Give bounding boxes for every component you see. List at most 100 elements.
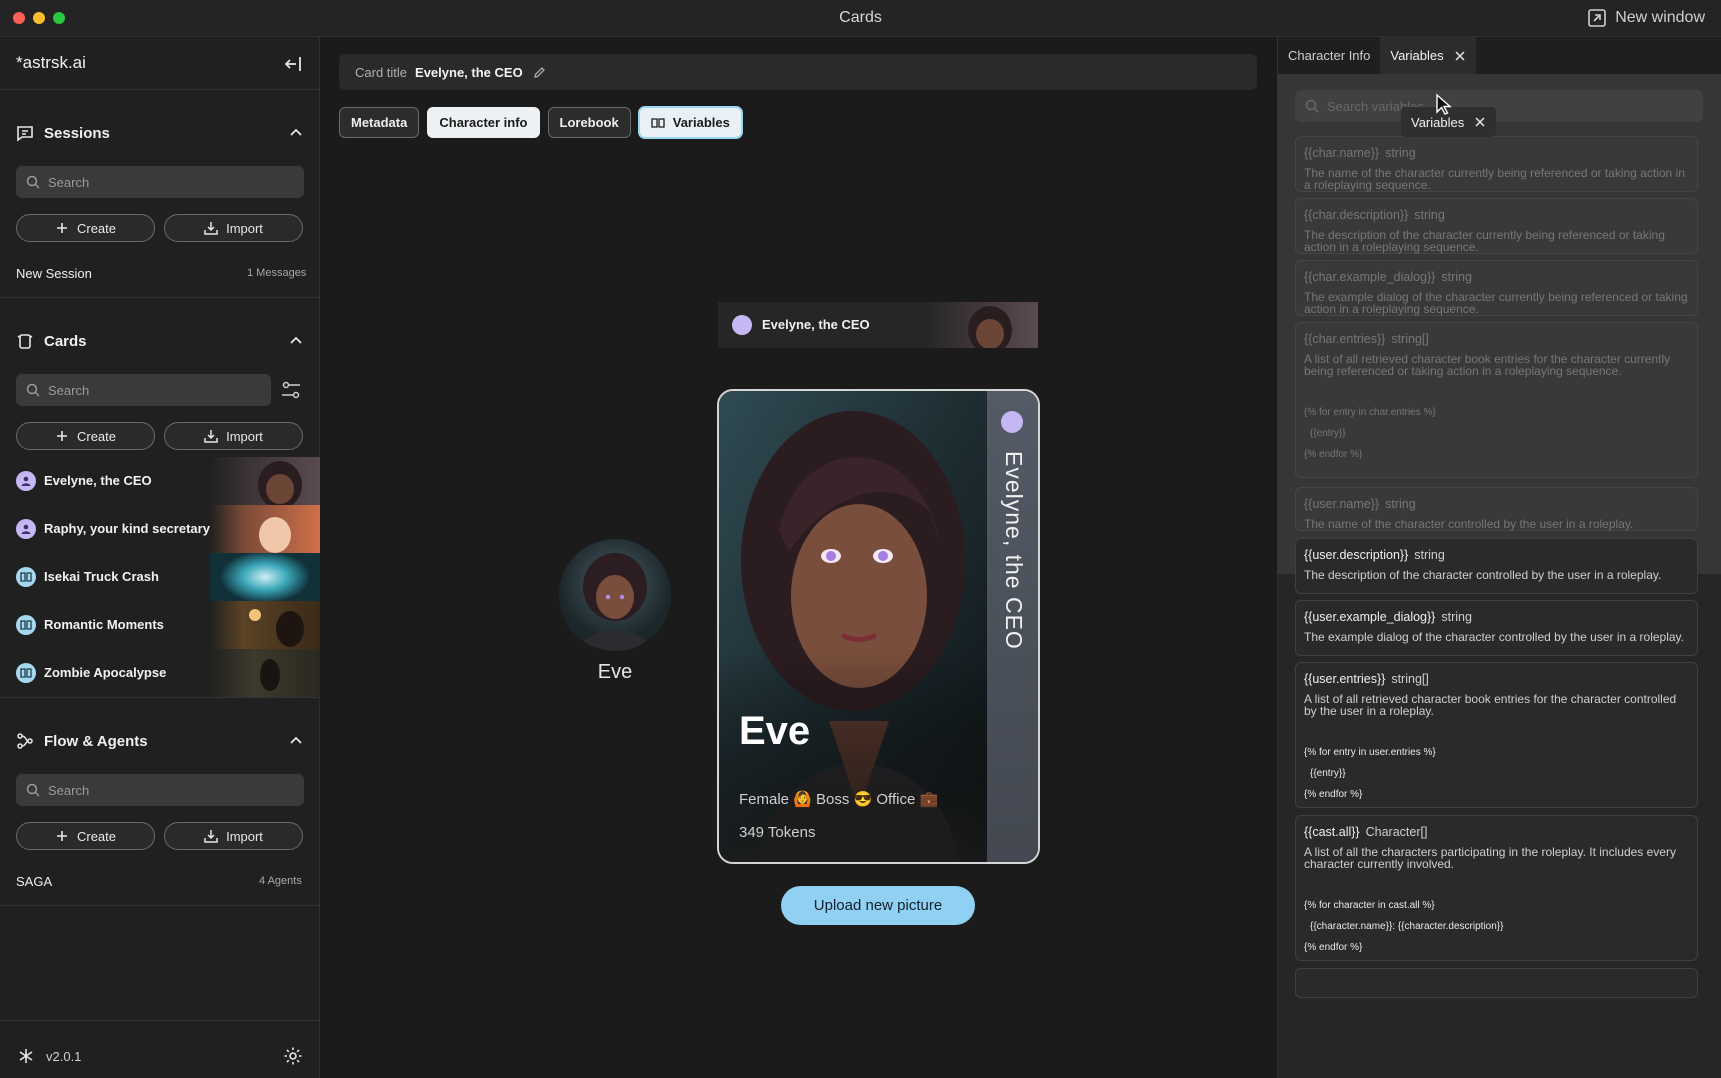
collapse-sidebar-icon[interactable] (282, 53, 304, 75)
pencil-icon[interactable] (533, 66, 546, 79)
divider (0, 89, 320, 90)
session-preview-name: Evelyne, the CEO (762, 317, 870, 332)
card-vertical-title: Evelyne, the CEO (1001, 451, 1027, 650)
sessions-search-input[interactable]: Search (16, 166, 304, 198)
new-window-label: New window (1615, 9, 1705, 26)
cards-search-input[interactable]: Search (16, 374, 271, 406)
flows-title: Flow & Agents (44, 732, 148, 750)
variable-name: {{user.description}} (1304, 548, 1409, 562)
cards-header[interactable]: Cards (16, 329, 304, 353)
card-list-item[interactable]: Romantic Moments (0, 601, 320, 649)
tab-character-info[interactable]: Character info (427, 107, 540, 138)
card-list-item[interactable]: Zombie Apocalypse (0, 649, 320, 697)
search-icon (26, 783, 40, 797)
flows-import-button[interactable]: Import (164, 822, 303, 850)
dimmed-overlay (1278, 74, 1721, 574)
card-list-item[interactable]: Evelyne, the CEO (0, 457, 320, 505)
flows-create-button[interactable]: Create (16, 822, 155, 850)
sessions-title: Sessions (44, 124, 110, 142)
card-name: Zombie Apocalypse (44, 665, 167, 680)
brand-logo: *astrsk.ai (16, 53, 86, 72)
card-thumbnail (210, 505, 320, 553)
asterisk-logo-icon (19, 1049, 33, 1063)
plus-icon (56, 431, 67, 441)
variable-name: {{cast.all}} (1304, 825, 1360, 839)
import-icon (204, 430, 218, 443)
cards-create-button[interactable]: Create (16, 422, 155, 450)
variable-card[interactable] (1295, 968, 1698, 998)
avatar-image (559, 539, 671, 651)
card-title-bar[interactable]: Card title Evelyne, the CEO (339, 54, 1257, 90)
sessions-search-placeholder: Search (48, 174, 90, 190)
mouse-cursor-icon (1436, 93, 1452, 115)
create-label: Create (76, 828, 117, 844)
variable-card[interactable]: {{cast.all}} Character[] A list of all th… (1295, 815, 1698, 961)
flow-item[interactable]: SAGA (16, 874, 52, 889)
flows-search-placeholder: Search (48, 782, 90, 798)
divider (0, 697, 320, 698)
close-icon[interactable] (1454, 50, 1466, 62)
card-name: Isekai Truck Crash (44, 569, 159, 584)
tab-label: Metadata (351, 115, 408, 130)
divider (0, 1020, 320, 1021)
app-window: Cards New window *astrsk.ai Sessions Sea… (0, 0, 1721, 1078)
close-icon[interactable] (1474, 116, 1486, 128)
new-window-button[interactable]: New window (1587, 8, 1705, 28)
chevron-up-icon[interactable] (288, 733, 304, 749)
character-icon (1001, 411, 1023, 433)
cards-import-button[interactable]: Import (164, 422, 303, 450)
sessions-header[interactable]: Sessions (16, 121, 304, 145)
card-thumbnail (210, 601, 320, 649)
variable-description: The description of the character control… (1304, 568, 1662, 582)
tab-metadata[interactable]: Metadata (339, 107, 420, 138)
character-card[interactable]: Evelyne, the CEO Eve Female 🙆 Boss 😎 Off… (717, 389, 1040, 864)
session-item-meta: 1 Messages (247, 267, 307, 279)
variable-description: The example dialog of the character cont… (1304, 630, 1684, 644)
tab-label: Lorebook (559, 115, 619, 130)
card-list-item[interactable]: Isekai Truck Crash (0, 553, 320, 601)
filter-icon[interactable] (280, 379, 302, 401)
tab-character-info-panel[interactable]: Character Info (1278, 37, 1380, 74)
flows-search-input[interactable]: Search (16, 774, 304, 806)
variable-card[interactable]: {{user.example_dialog}} string The exampl… (1295, 600, 1698, 656)
tab-label: Character info (439, 115, 528, 130)
book-icon (16, 567, 36, 587)
gear-icon[interactable] (283, 1046, 303, 1066)
card-thumbnail (210, 649, 320, 697)
external-window-icon (1588, 9, 1606, 27)
cards-search-placeholder: Search (48, 382, 90, 398)
tab-label: Variables (672, 115, 730, 130)
plus-icon (56, 223, 67, 233)
book-icon (16, 663, 36, 683)
import-label: Import (226, 828, 263, 844)
variable-card[interactable]: {{user.entries}} string[] A list of all r… (1295, 662, 1698, 808)
tab-variables-panel[interactable]: Variables (1380, 37, 1476, 74)
chat-icon (17, 126, 33, 142)
variable-type: string (1441, 610, 1472, 624)
plus-icon (56, 831, 67, 841)
variable-card[interactable]: {{user.description}} string The descripti… (1295, 538, 1698, 594)
flows-header[interactable]: Flow & Agents (16, 729, 304, 753)
variable-code-line: {% endfor %} (1304, 789, 1363, 800)
session-item[interactable]: New Session (16, 266, 92, 281)
search-icon (26, 175, 40, 189)
avatar[interactable] (559, 539, 671, 651)
variable-description: A list of all the characters participati… (1304, 845, 1676, 871)
chevron-up-icon[interactable] (288, 333, 304, 349)
tab-label: Character Info (1288, 48, 1371, 63)
divider (0, 905, 320, 906)
variables-panel: Character Info Variables Search variable… (1277, 37, 1721, 1078)
card-list-item[interactable]: Raphy, your kind secretary (0, 505, 320, 553)
sessions-import-button[interactable]: Import (164, 214, 303, 242)
session-preview-row[interactable]: Evelyne, the CEO (718, 302, 1038, 348)
variable-code-line: {% endfor %} (1304, 942, 1363, 953)
variables-list: Search variables {{char.name}} string The… (1278, 74, 1721, 1078)
window-title: Cards (839, 9, 882, 26)
tab-variables[interactable]: Variables (638, 107, 742, 138)
chevron-up-icon[interactable] (288, 125, 304, 141)
sessions-create-button[interactable]: Create (16, 214, 155, 242)
create-label: Create (76, 220, 117, 236)
cards-icon (17, 334, 33, 349)
upload-picture-button[interactable]: Upload new picture (781, 886, 975, 925)
tab-lorebook[interactable]: Lorebook (547, 107, 631, 138)
